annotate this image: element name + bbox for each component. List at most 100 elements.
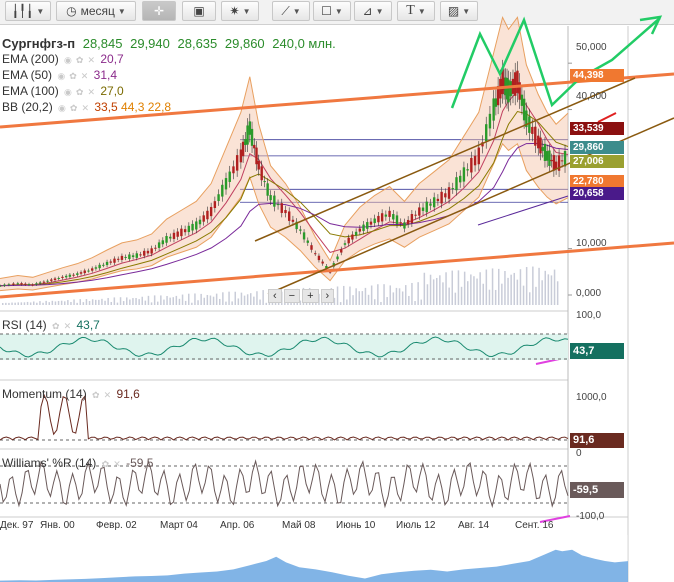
scroll-right-button[interactable]: › <box>320 289 335 303</box>
volume-bar <box>82 302 85 305</box>
candle-body <box>362 224 365 231</box>
volume-bar <box>491 268 494 305</box>
volume-bar <box>442 282 444 305</box>
close-value: 29,860 <box>224 36 265 51</box>
volume-bar <box>352 295 354 305</box>
volume-bar <box>98 299 100 305</box>
momentum-legend[interactable]: Momentum (14) ✿ ✕ 91,6 <box>2 387 140 401</box>
close-icon[interactable]: ✕ <box>81 103 89 113</box>
zoom-in-button[interactable]: + <box>302 289 319 303</box>
candle-body <box>248 121 252 135</box>
momentum-axis-label: 1000,0 <box>576 392 607 403</box>
volume-bar <box>67 300 69 305</box>
volume-bar <box>467 281 469 305</box>
candle-body <box>528 116 531 133</box>
candle-body <box>541 147 544 151</box>
close-icon[interactable]: ✕ <box>64 321 72 331</box>
price-axis-label: 0,000 <box>576 288 602 299</box>
candle-body <box>206 210 209 220</box>
candle-body <box>266 183 269 196</box>
x-axis-label: Май 08 <box>282 520 316 531</box>
gear-icon[interactable]: ✿ <box>76 87 84 97</box>
volume-bar <box>54 301 57 305</box>
x-axis-label: Авг. 14 <box>458 520 490 531</box>
volume-bar <box>250 293 252 305</box>
candle-body <box>241 141 245 157</box>
ema100-legend[interactable]: EMA (100) ◉ ✿ ✕ 27,0 <box>2 84 124 98</box>
bb-legend[interactable]: BB (20,2) ◉ ✿ ✕ 33,5 44,3 22,8 <box>2 100 171 114</box>
gear-icon[interactable]: ✿ <box>92 390 100 400</box>
volume-bar <box>377 284 379 305</box>
gear-icon[interactable]: ✿ <box>69 71 77 81</box>
candle-body <box>543 143 547 161</box>
eye-icon[interactable]: ◉ <box>58 103 66 113</box>
volume-bar <box>215 293 218 305</box>
volume-bar <box>513 272 515 305</box>
williams-value: -59,5 <box>126 456 154 470</box>
volume-bar <box>11 302 13 305</box>
volume-bar <box>163 299 165 305</box>
candle-body <box>3 284 6 286</box>
candle-body <box>53 278 57 281</box>
candle-body <box>228 171 231 182</box>
candle-body <box>172 232 176 239</box>
candle-body <box>224 178 228 190</box>
support-line <box>477 195 569 226</box>
candle-body <box>354 231 358 236</box>
candle-body <box>124 256 127 258</box>
candle-body <box>358 228 362 232</box>
close-icon[interactable]: ✕ <box>104 390 112 400</box>
candle-body <box>455 177 458 191</box>
volume-bar <box>479 272 481 305</box>
candle-body <box>113 258 116 263</box>
candle-body <box>306 240 309 243</box>
gear-icon[interactable]: ✿ <box>70 103 78 113</box>
scroll-left-button[interactable]: ‹ <box>268 289 282 303</box>
williams-legend[interactable]: Williams' %R (14) ✿ ✕ -59,5 <box>2 456 153 470</box>
eye-icon[interactable]: ◉ <box>57 71 65 81</box>
close-icon[interactable]: ✕ <box>113 459 121 469</box>
x-axis-label: Янв. 00 <box>40 520 75 531</box>
momentum-line <box>0 393 569 441</box>
close-icon[interactable]: ✕ <box>87 55 95 65</box>
gear-icon[interactable]: ✿ <box>102 459 110 469</box>
rsi-legend[interactable]: RSI (14) ✿ ✕ 43,7 <box>2 318 100 332</box>
volume-bar <box>420 299 422 305</box>
gear-icon[interactable]: ✿ <box>76 55 84 65</box>
volume-bar <box>504 271 506 305</box>
ema50-legend[interactable]: EMA (50) ◉ ✿ ✕ 31,4 <box>2 68 117 82</box>
candle-body <box>38 282 42 284</box>
candle-body <box>213 201 217 209</box>
ema200-legend[interactable]: EMA (200) ◉ ✿ ✕ 20,7 <box>2 52 124 66</box>
candle-body <box>187 225 191 233</box>
candle-body <box>347 237 350 244</box>
candle-body <box>494 98 498 107</box>
zoom-out-button[interactable]: − <box>283 289 301 303</box>
volume-bar <box>417 282 419 305</box>
bb-value-upper: 44,3 <box>121 100 145 114</box>
candle-body <box>388 210 391 217</box>
momentum-tag: 91,6 <box>570 433 624 448</box>
eye-icon[interactable]: ◉ <box>64 87 72 97</box>
eye-icon[interactable]: ◉ <box>64 55 72 65</box>
volume-bar <box>439 275 441 305</box>
candle-body <box>343 243 347 245</box>
volume-bar <box>370 285 373 305</box>
candle-body <box>72 274 75 276</box>
candle-body <box>514 72 517 96</box>
volume-bar <box>544 270 546 305</box>
candle-body <box>250 128 254 146</box>
candle-body <box>399 222 402 224</box>
volume-bar <box>2 303 4 305</box>
candle-body <box>46 280 49 282</box>
volume-bar <box>423 272 426 305</box>
volume-bar <box>60 300 63 305</box>
close-icon[interactable]: ✕ <box>87 87 95 97</box>
low-value: 28,635 <box>177 36 218 51</box>
close-icon[interactable]: ✕ <box>81 71 89 81</box>
volume-bar <box>454 292 457 305</box>
gear-icon[interactable]: ✿ <box>52 321 60 331</box>
ema50-value: 31,4 <box>93 68 118 82</box>
volume-bar <box>339 302 342 305</box>
williams-label: Williams' %R (14) <box>2 456 97 470</box>
